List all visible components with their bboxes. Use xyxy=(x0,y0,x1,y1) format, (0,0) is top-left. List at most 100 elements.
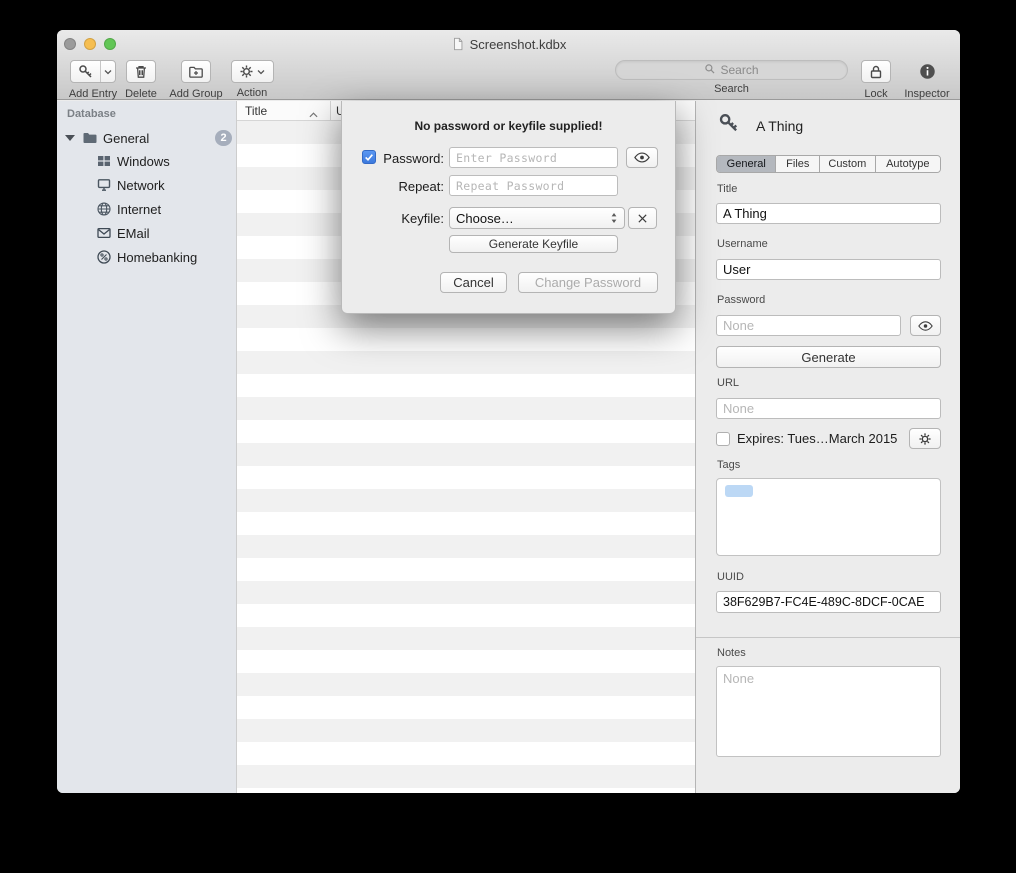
password-field-label: Password xyxy=(717,294,765,306)
sidebar-item-label: EMail xyxy=(117,226,150,241)
info-icon xyxy=(919,60,936,83)
generate-password-button[interactable]: Generate xyxy=(716,346,941,368)
sheet-reveal-password-button[interactable] xyxy=(626,147,658,168)
search-field-item: Search Search xyxy=(615,60,848,95)
sort-ascending-icon xyxy=(309,107,318,121)
key-plus-icon xyxy=(71,61,101,82)
notes-textarea[interactable] xyxy=(716,666,941,757)
inspector-panel: A Thing General Files Custom Autotype Ti… xyxy=(695,101,960,793)
add-group-label: Add Group xyxy=(167,88,225,100)
windows-icon xyxy=(96,153,112,169)
inspector-separator xyxy=(696,637,960,638)
sheet-message: No password or keyfile supplied! xyxy=(342,119,675,133)
sidebar-item-homebanking[interactable]: Homebanking xyxy=(57,245,232,269)
inspector-label: Inspector xyxy=(903,88,951,100)
sheet-password-label: Password: xyxy=(378,151,444,166)
action-button[interactable]: Action xyxy=(229,60,275,99)
sheet-repeat-label: Repeat: xyxy=(378,179,444,194)
entry-count-badge: 2 xyxy=(215,130,232,146)
sidebar-group-general[interactable]: General 2 xyxy=(57,126,232,150)
app-window: Screenshot.kdbx Add Entry Delete xyxy=(57,30,960,793)
sheet-keyfile-label: Keyfile: xyxy=(378,211,444,226)
notes-label: Notes xyxy=(717,647,746,659)
tab-autotype[interactable]: Autotype xyxy=(876,156,940,172)
cancel-button[interactable]: Cancel xyxy=(440,272,507,293)
sidebar-item-email[interactable]: EMail xyxy=(57,221,232,245)
sidebar-item-label: Internet xyxy=(117,202,161,217)
sidebar-item-network[interactable]: Network xyxy=(57,173,232,197)
tags-label: Tags xyxy=(717,459,740,471)
clear-keyfile-button[interactable] xyxy=(628,207,657,229)
sidebar-item-label: Network xyxy=(117,178,165,193)
window-title: Screenshot.kdbx xyxy=(57,30,960,58)
disclosure-triangle-icon[interactable] xyxy=(65,135,75,141)
tags-box[interactable] xyxy=(716,478,941,556)
url-input[interactable] xyxy=(716,398,941,419)
password-input[interactable] xyxy=(716,315,901,336)
chevron-down-icon xyxy=(257,69,265,75)
password-checkbox[interactable] xyxy=(362,150,376,164)
title-input[interactable] xyxy=(716,203,941,224)
gear-icon xyxy=(918,432,932,446)
column-divider[interactable] xyxy=(330,101,331,121)
add-group-button[interactable]: Add Group xyxy=(167,60,225,100)
gear-icon xyxy=(239,64,254,79)
sheet-repeat-input[interactable] xyxy=(449,175,618,196)
tab-custom[interactable]: Custom xyxy=(820,156,876,172)
uuid-input[interactable] xyxy=(716,591,941,613)
search-icon xyxy=(704,63,716,78)
sidebar-group-label: General xyxy=(103,131,149,146)
url-field-label: URL xyxy=(717,377,739,389)
tab-files[interactable]: Files xyxy=(776,156,820,172)
lock-button[interactable]: Lock xyxy=(857,60,895,100)
sidebar: Database General 2 Windows Network xyxy=(57,101,237,793)
generate-keyfile-button[interactable]: Generate Keyfile xyxy=(449,235,618,253)
sidebar-item-windows[interactable]: Windows xyxy=(57,149,232,173)
lock-icon xyxy=(861,60,891,83)
add-entry-button[interactable]: Add Entry xyxy=(65,60,121,100)
uuid-label: UUID xyxy=(717,571,744,583)
search-input[interactable]: Search xyxy=(615,60,848,80)
delete-label: Delete xyxy=(119,88,163,100)
expires-settings-button[interactable] xyxy=(909,428,941,449)
popup-arrows-icon xyxy=(610,212,618,224)
reveal-password-button[interactable] xyxy=(910,315,941,336)
check-icon xyxy=(364,152,374,162)
delete-button[interactable]: Delete xyxy=(119,60,163,100)
title-field-label: Title xyxy=(717,183,737,195)
search-placeholder-text: Search xyxy=(720,63,758,77)
homebanking-coin-icon xyxy=(96,249,112,265)
window-title-text: Screenshot.kdbx xyxy=(470,37,567,52)
add-group-folder-icon xyxy=(181,60,211,83)
internet-globe-icon xyxy=(96,201,112,217)
change-password-sheet: No password or keyfile supplied! Passwor… xyxy=(341,101,676,314)
email-envelope-icon xyxy=(96,225,112,241)
inspector-tabs: General Files Custom Autotype xyxy=(716,155,941,173)
sidebar-section-database: Database xyxy=(67,108,116,120)
network-icon xyxy=(96,177,112,193)
window-chrome: Screenshot.kdbx Add Entry Delete xyxy=(57,30,960,100)
search-label: Search xyxy=(615,83,848,95)
eye-icon xyxy=(918,321,933,331)
expires-checkbox[interactable] xyxy=(716,432,730,446)
sidebar-item-internet[interactable]: Internet xyxy=(57,197,232,221)
username-field-label: Username xyxy=(717,238,768,250)
keyfile-popup[interactable]: Choose… xyxy=(449,207,625,229)
trash-icon xyxy=(126,60,156,83)
document-icon xyxy=(451,37,465,51)
chevron-down-icon[interactable] xyxy=(101,61,115,82)
folder-icon xyxy=(82,130,98,146)
sidebar-item-label: Homebanking xyxy=(117,250,197,265)
change-password-button[interactable]: Change Password xyxy=(518,272,658,293)
sheet-password-input[interactable] xyxy=(449,147,618,168)
tag-chip[interactable] xyxy=(725,485,753,497)
column-header-title[interactable]: Title xyxy=(245,104,267,118)
keyfile-popup-value: Choose… xyxy=(456,211,514,226)
tab-general[interactable]: General xyxy=(717,156,776,172)
username-input[interactable] xyxy=(716,259,941,280)
sidebar-item-label: Windows xyxy=(117,154,170,169)
close-x-icon xyxy=(637,213,648,224)
add-entry-label: Add Entry xyxy=(65,88,121,100)
inspector-toggle-button[interactable]: Inspector xyxy=(903,60,951,100)
expires-label: Expires: Tues…March 2015 xyxy=(737,431,897,446)
